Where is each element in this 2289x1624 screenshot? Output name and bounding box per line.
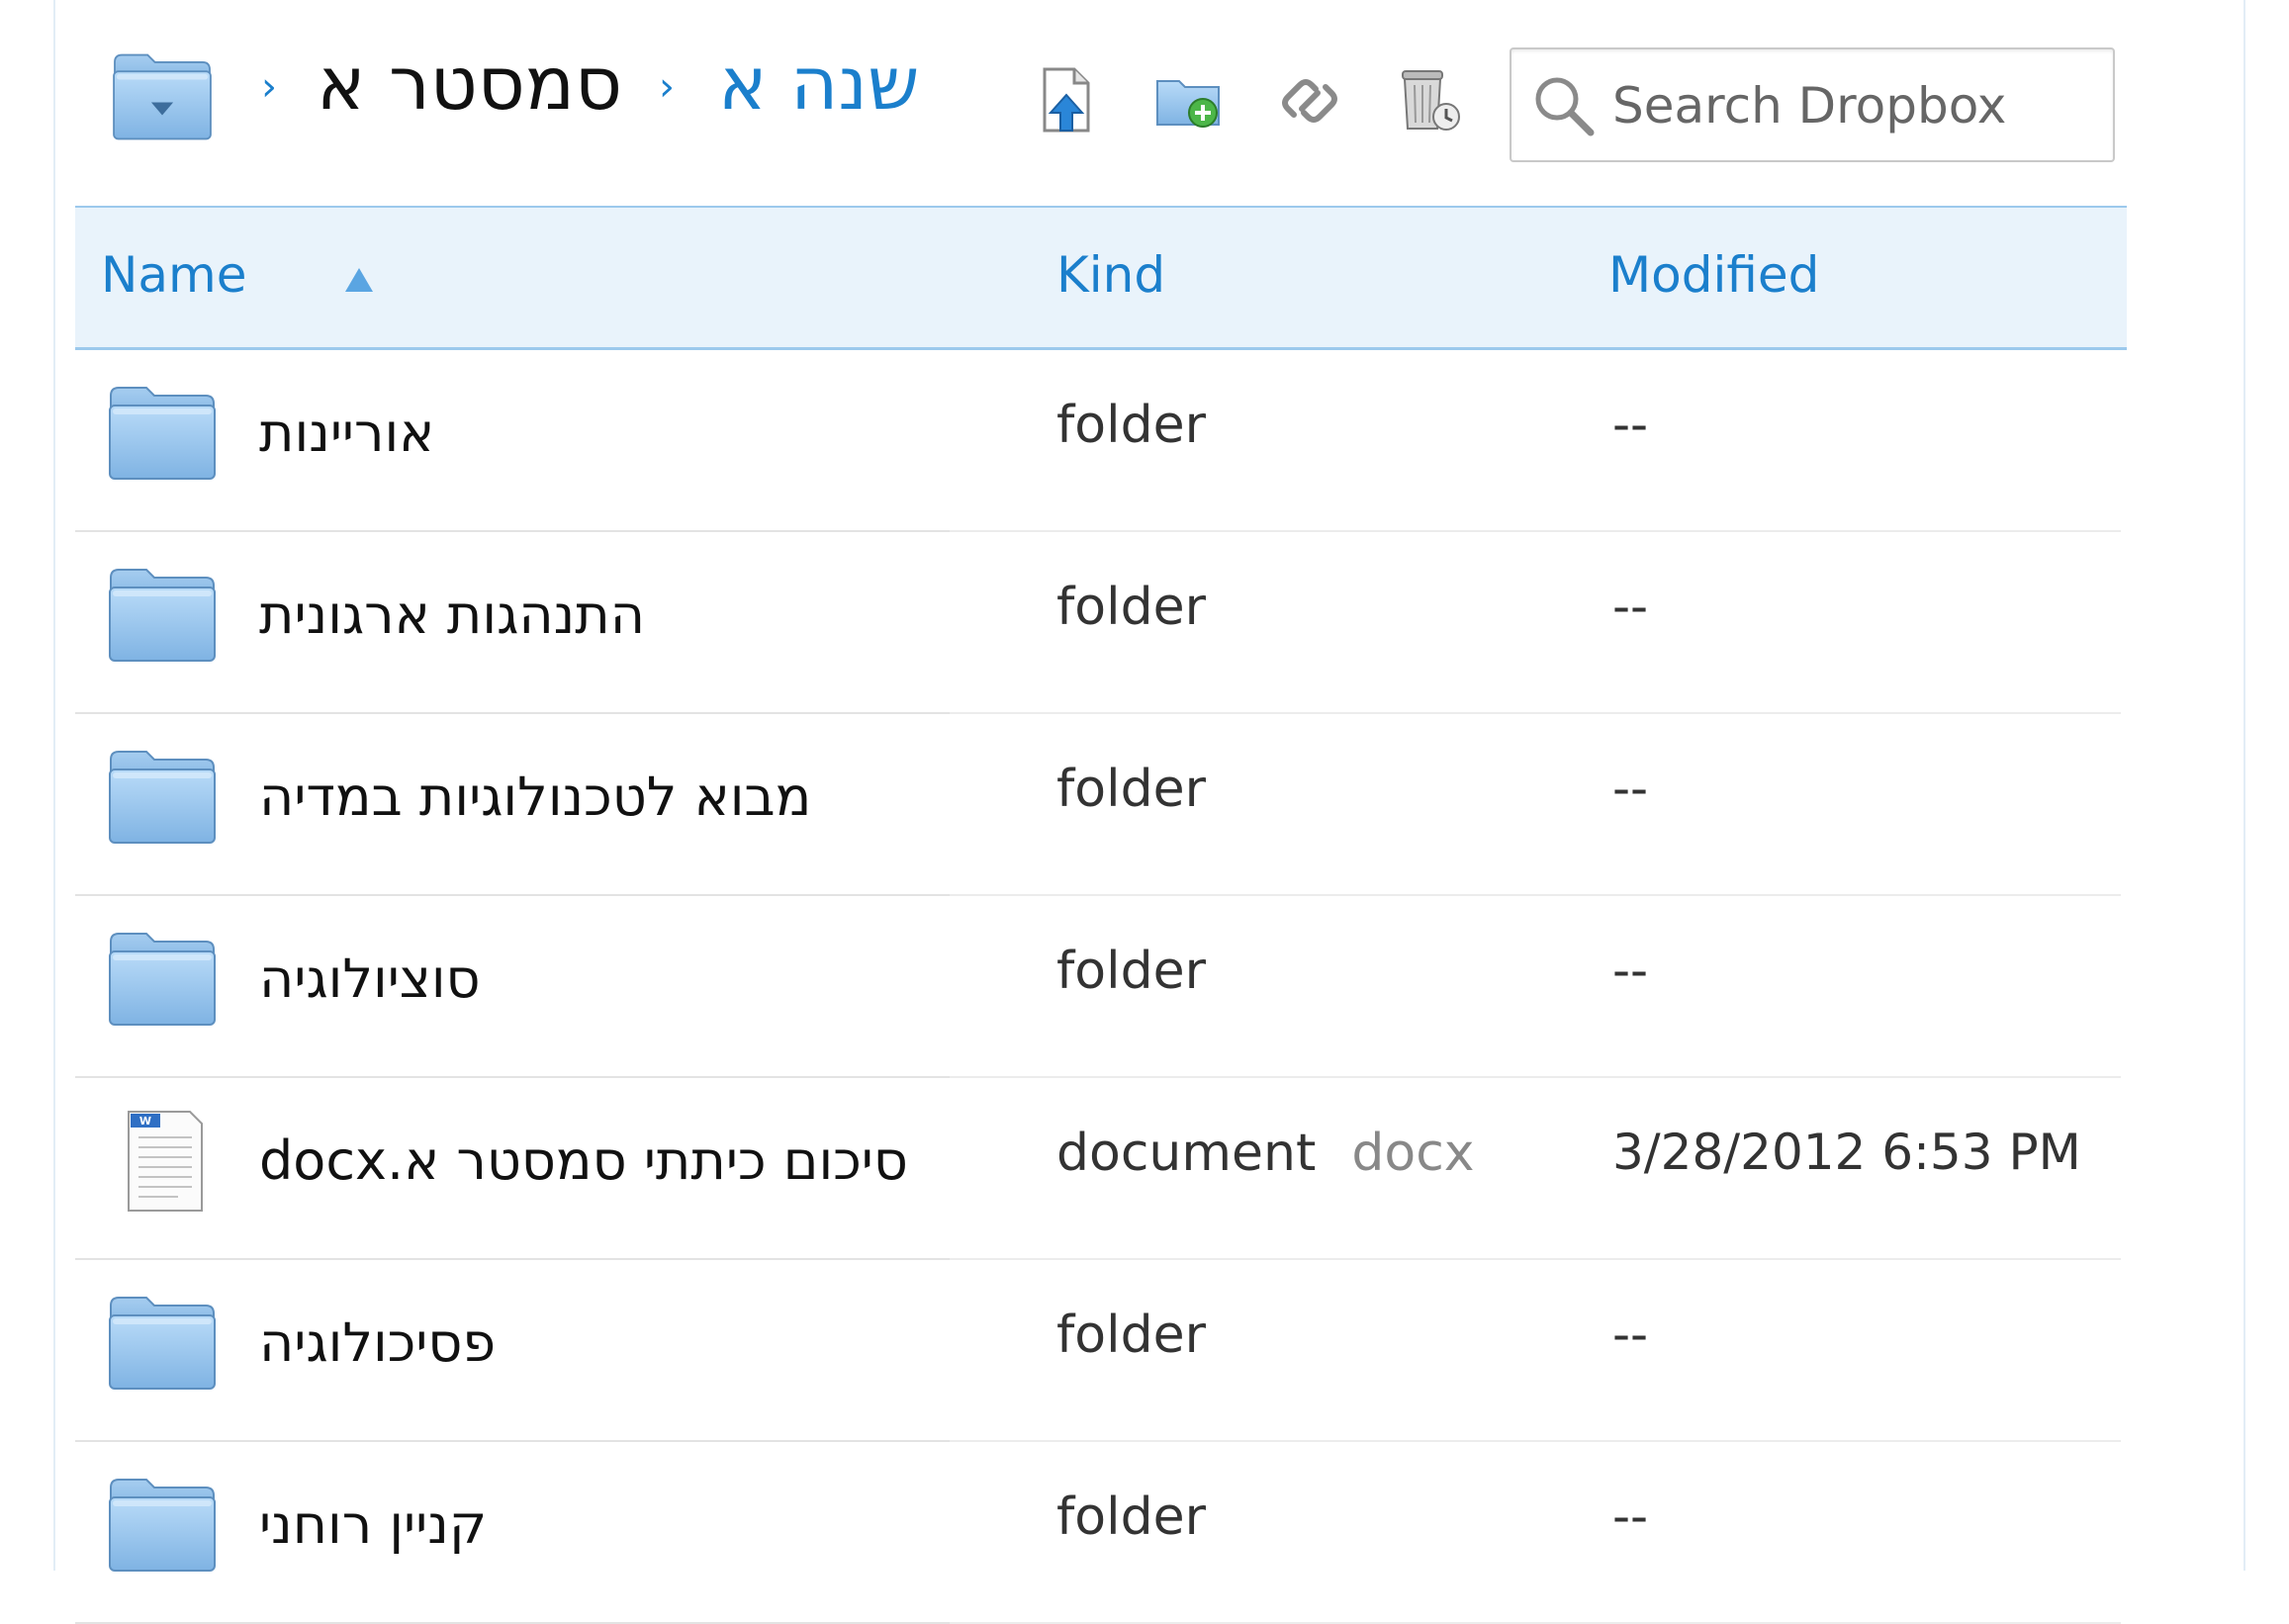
- trash-icon[interactable]: [1393, 65, 1464, 136]
- folder-icon: [107, 746, 218, 849]
- file-modified: --: [1612, 578, 1649, 635]
- link-icon[interactable]: [1274, 65, 1345, 136]
- file-modified: --: [1612, 1488, 1649, 1545]
- file-name[interactable]: סיכום כיתתי סמסטר א.docx: [259, 1129, 908, 1192]
- breadcrumb-current: סמסטר א: [317, 42, 623, 127]
- file-name[interactable]: קניין רוחני: [259, 1493, 487, 1556]
- file-name[interactable]: סוציולוגיה: [259, 947, 481, 1010]
- file-modified: --: [1612, 1306, 1649, 1363]
- file-kind: document docx: [1056, 1124, 1475, 1183]
- folder-icon: [107, 1474, 218, 1577]
- file-kind-label: document: [1056, 1124, 1317, 1183]
- column-header-name[interactable]: Name: [101, 245, 247, 305]
- file-kind-label: folder: [1056, 578, 1206, 637]
- file-kind-label: folder: [1056, 396, 1206, 455]
- chevron-right-icon: ›: [659, 64, 675, 110]
- file-kind: folder: [1056, 760, 1241, 819]
- file-name[interactable]: מבוא לטכנולוגיות במדיה: [259, 766, 811, 828]
- toolbar-header: › סמסטר א › שנה א: [107, 40, 2115, 162]
- sort-ascending-icon[interactable]: [342, 265, 376, 295]
- file-kind: folder: [1056, 942, 1241, 1001]
- file-kind-label: folder: [1056, 942, 1206, 1001]
- table-row[interactable]: סוציולוגיה folder --: [75, 896, 2121, 1078]
- folder-icon: [107, 1292, 218, 1395]
- table-header: Name Kind Modified: [75, 206, 2127, 350]
- file-kind-label: folder: [1056, 1488, 1206, 1547]
- search-input[interactable]: [1610, 67, 2099, 144]
- file-kind-label: folder: [1056, 1306, 1206, 1365]
- search-box[interactable]: [1510, 47, 2115, 162]
- folder-icon: [107, 928, 218, 1031]
- file-kind: folder: [1056, 578, 1241, 637]
- file-kind-label: folder: [1056, 760, 1206, 819]
- word-document-icon: W: [128, 1111, 203, 1212]
- chevron-right-icon: ›: [261, 64, 277, 110]
- table-row[interactable]: אוריינות folder --: [75, 350, 2121, 532]
- file-name[interactable]: אוריינות: [259, 402, 434, 464]
- search-icon: [1535, 77, 1595, 136]
- column-header-modified[interactable]: Modified: [1608, 245, 1819, 305]
- file-extension: docx: [1351, 1124, 1475, 1183]
- file-name[interactable]: התנהגות ארגונית: [259, 584, 645, 646]
- file-kind: folder: [1056, 396, 1241, 455]
- file-name[interactable]: פסיכולוגיה: [259, 1311, 496, 1374]
- column-header-kind[interactable]: Kind: [1056, 245, 1165, 305]
- folder-dropdown-button[interactable]: [107, 49, 218, 144]
- table-row[interactable]: פסיכולוגיה folder --: [75, 1260, 2121, 1442]
- file-kind: folder: [1056, 1306, 1241, 1365]
- file-modified: 3/28/2012 6:53 PM: [1612, 1124, 2081, 1181]
- file-modified: --: [1612, 396, 1649, 453]
- table-row[interactable]: מבוא לטכנולוגיות במדיה folder --: [75, 714, 2121, 896]
- table-row[interactable]: התנהגות ארגונית folder --: [75, 532, 2121, 714]
- table-row[interactable]: קניין רוחני folder --: [75, 1442, 2121, 1624]
- svg-text:W: W: [139, 1115, 151, 1128]
- new-folder-icon[interactable]: [1153, 65, 1225, 136]
- folder-icon: [107, 382, 218, 485]
- table-row[interactable]: W סיכום כיתתי סמסטר א.docx document docx 3/2…: [75, 1078, 2121, 1260]
- file-kind: folder: [1056, 1488, 1241, 1547]
- upload-icon[interactable]: [1031, 65, 1102, 136]
- folder-icon: [107, 564, 218, 667]
- file-modified: --: [1612, 942, 1649, 999]
- folder-icon: [107, 49, 218, 144]
- breadcrumb-parent-link[interactable]: שנה א: [718, 47, 919, 121]
- file-modified: --: [1612, 760, 1649, 817]
